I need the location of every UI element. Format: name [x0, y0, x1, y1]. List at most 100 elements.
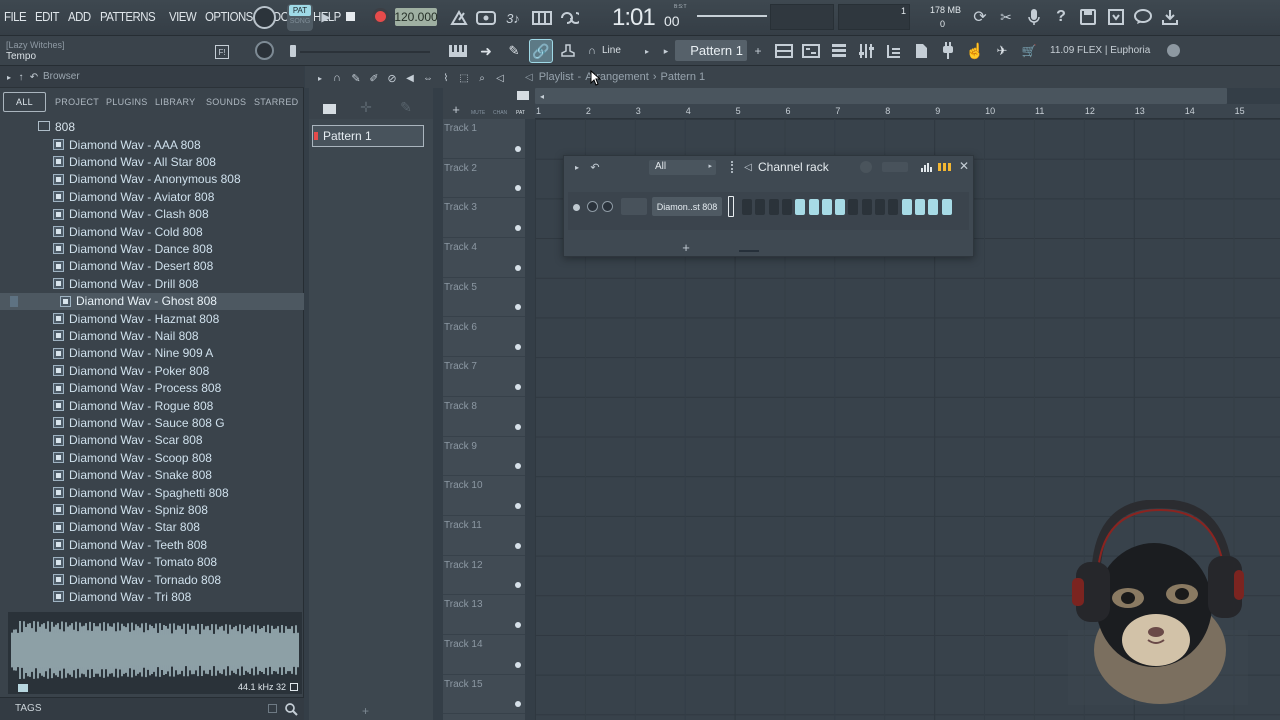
track-mute-led[interactable]	[515, 383, 521, 390]
browser-file-item[interactable]: Diamond Wav - Clash 808	[0, 206, 304, 223]
track-mute-led[interactable]	[515, 304, 521, 311]
crumb-pattern[interactable]: Pattern 1	[660, 71, 705, 83]
piano-roll-window-icon[interactable]	[799, 39, 823, 63]
track-mute-led[interactable]	[515, 264, 521, 271]
step-button[interactable]	[808, 199, 819, 215]
pattern-picker-item[interactable]: Pattern 1	[312, 125, 424, 147]
channel-name-button[interactable]: Diamon..st 808	[652, 197, 722, 216]
save-icon[interactable]	[1078, 6, 1098, 28]
playlist-playback-icon[interactable]: ◁	[494, 70, 506, 86]
step-button[interactable]	[795, 199, 806, 215]
render-icon[interactable]	[1106, 6, 1126, 28]
undo-history-icon[interactable]: ⟳	[970, 6, 990, 28]
snap-arrow-icon[interactable]: ▸	[642, 44, 652, 58]
rack-swing-knob[interactable]	[860, 161, 872, 173]
browser-file-item[interactable]: Diamond Wav - Dance 808	[0, 240, 304, 257]
stamp-icon[interactable]	[556, 39, 580, 63]
browser-file-item[interactable]: Diamond Wav - Ghost 808	[0, 292, 304, 310]
playlist-slip-icon[interactable]: ⇔	[422, 70, 434, 86]
pattern-selector[interactable]: Pattern 1	[675, 40, 747, 61]
track-mute-led[interactable]	[515, 344, 521, 351]
timeline-ruler[interactable]	[535, 104, 1280, 119]
menu-patterns[interactable]: PATTERNS	[100, 9, 156, 24]
browser-file-item[interactable]: Diamond Wav - Rogue 808	[0, 397, 304, 414]
record-icon[interactable]	[372, 8, 389, 25]
step-button[interactable]	[742, 199, 752, 215]
plugin-database-icon[interactable]	[909, 39, 933, 63]
horizontal-scrollbar[interactable]	[535, 88, 1227, 104]
menu-edit[interactable]: EDIT	[35, 9, 59, 24]
browser-file-item[interactable]: Diamond Wav - Scoop 808	[0, 449, 304, 466]
step-button[interactable]	[821, 199, 832, 215]
track-header[interactable]: Track 3	[443, 198, 525, 239]
track-header[interactable]: Track 1	[443, 119, 525, 159]
pattern-prev-icon[interactable]: ▸	[660, 44, 672, 58]
add-track-icon[interactable]: +	[450, 102, 462, 117]
fl-icon[interactable]: F!	[215, 45, 229, 59]
waveform-menu-icon[interactable]	[290, 683, 298, 691]
folder-row[interactable]: 808	[0, 118, 304, 135]
step-button[interactable]	[835, 199, 846, 215]
step-button[interactable]	[888, 199, 899, 215]
browser-file-item[interactable]: Diamond Wav - Anonymous 808	[0, 171, 304, 188]
add-channel-icon[interactable]: +	[679, 240, 693, 255]
add-pattern-icon[interactable]: +	[752, 44, 764, 58]
track-header[interactable]: Track 6	[443, 318, 525, 358]
track-header[interactable]: Track 4	[443, 238, 525, 278]
track-header[interactable]: Track 13	[443, 595, 525, 636]
step-button[interactable]	[875, 199, 885, 215]
browser-file-item[interactable]: Diamond Wav - All Star 808	[0, 153, 304, 170]
playlist-delete-icon[interactable]: ⊘	[386, 70, 398, 86]
rack-resize-handle[interactable]	[739, 250, 759, 252]
help-icon[interactable]: ?	[1051, 6, 1071, 28]
browser-file-item[interactable]: Diamond Wav - Star 808	[0, 519, 304, 536]
tab-library[interactable]: LIBRARY	[155, 92, 195, 112]
browser-back-icon[interactable]: ↶	[29, 70, 39, 84]
track-mute-led[interactable]	[515, 542, 521, 549]
pitch-slider[interactable]	[290, 45, 296, 57]
cart-icon[interactable]: 🛒	[1017, 39, 1041, 63]
master-volume-small-knob[interactable]	[255, 41, 274, 60]
step-button[interactable]	[914, 199, 925, 215]
download-icon[interactable]	[1160, 6, 1180, 28]
step-button[interactable]	[901, 199, 912, 215]
microphone-icon[interactable]	[1024, 6, 1044, 28]
rack-filter-select[interactable]: All ▸	[649, 160, 716, 175]
mixer-window-icon[interactable]	[854, 39, 878, 63]
menu-view[interactable]: VIEW	[169, 9, 197, 24]
track-header[interactable]: Track 8	[443, 397, 525, 437]
touch-keyboard-icon[interactable]: ☝	[963, 39, 987, 63]
menu-add[interactable]: ADD	[68, 9, 91, 24]
online-status-icon[interactable]	[1167, 44, 1180, 57]
track-mute-led[interactable]	[515, 145, 521, 152]
track-mute-led[interactable]	[515, 701, 521, 708]
step-button[interactable]	[781, 199, 792, 215]
menu-options[interactable]: OPTIONS	[205, 9, 253, 24]
piano-roll-icon[interactable]	[446, 39, 470, 63]
tempo-display[interactable]: 120.000	[394, 8, 438, 26]
pencil-slide-icon[interactable]: ✎	[502, 39, 526, 63]
send-icon[interactable]: ✈	[990, 39, 1014, 63]
browser-file-item[interactable]: Diamond Wav - Aviator 808	[0, 188, 304, 205]
channel-select-led[interactable]	[728, 196, 734, 217]
step-button[interactable]	[861, 199, 872, 215]
browser-file-item[interactable]: Diamond Wav - Hazmat 808	[0, 310, 304, 327]
play-icon[interactable]: ▶	[316, 6, 336, 28]
wait-input-icon[interactable]	[474, 6, 498, 30]
rack-menu-arrow-icon[interactable]: ▸	[572, 160, 582, 174]
step-button[interactable]	[755, 199, 766, 215]
tab-project[interactable]: PROJECT	[55, 92, 99, 112]
pat-song-toggle[interactable]: PAT SONG	[287, 4, 313, 31]
tab-starred[interactable]: STARRED	[254, 92, 298, 112]
playlist-mute-icon[interactable]: ◀	[404, 70, 416, 86]
browser-file-item[interactable]: Diamond Wav - Drill 808	[0, 275, 304, 292]
countdown-icon[interactable]: 3♪	[501, 6, 525, 30]
pat-col-icon[interactable]	[517, 91, 529, 100]
step-button[interactable]	[768, 199, 779, 215]
arrow-tool-icon[interactable]: ➜	[474, 39, 498, 63]
browser-file-item[interactable]: Diamond Wav - Teeth 808	[0, 536, 304, 553]
stop-icon[interactable]	[346, 12, 355, 21]
track-header[interactable]: Track 15	[443, 675, 525, 715]
track-mute-led[interactable]	[515, 423, 521, 430]
browser-window-icon[interactable]	[882, 39, 906, 63]
